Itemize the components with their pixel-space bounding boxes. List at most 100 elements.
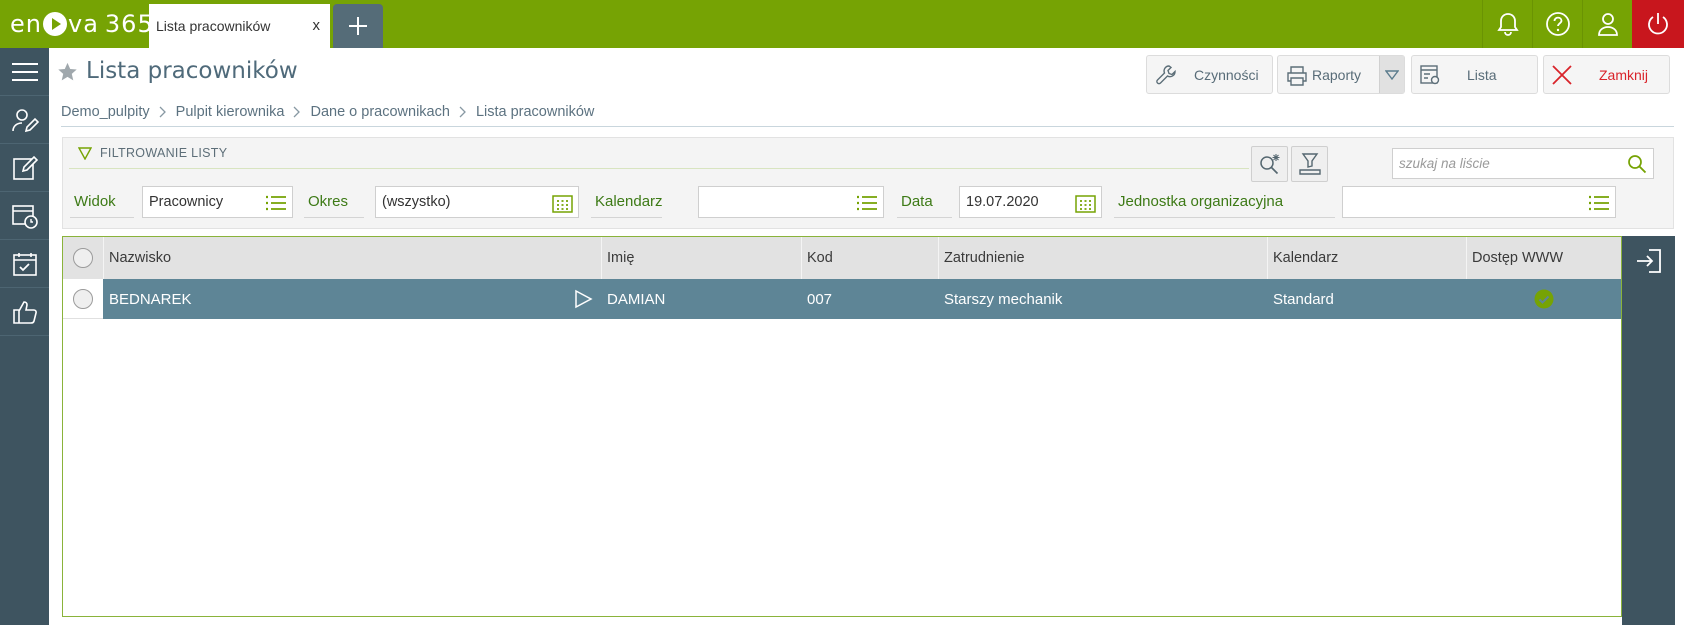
notifications-button[interactable] xyxy=(1482,0,1532,48)
cell-dostep-www xyxy=(1466,279,1621,319)
cell-kalendarz: Standard xyxy=(1273,290,1334,308)
breadcrumb-item[interactable]: Demo_pulpity xyxy=(61,104,150,120)
list-search-input[interactable]: szukaj na liście xyxy=(1392,148,1654,179)
table-row[interactable]: BEDNAREK DAMIAN 007 Starszy mechanik Sta… xyxy=(103,279,1621,319)
list-icon[interactable] xyxy=(856,194,878,212)
enova365-logo[interactable]: en va 365 xyxy=(10,8,154,40)
column-header-kod[interactable]: Kod xyxy=(801,237,938,279)
funnel-icon xyxy=(78,146,92,160)
tab-label: Lista pracowników xyxy=(156,18,271,34)
list-button-label: Lista xyxy=(1467,66,1497,83)
logout-button[interactable] xyxy=(1632,0,1684,48)
kalendarz-field[interactable] xyxy=(698,186,884,218)
divider xyxy=(61,126,1674,127)
breadcrumb: Demo_pulpity Pulpit kierownika Dane o pr… xyxy=(61,104,594,120)
page-title: Lista pracowników xyxy=(86,58,298,84)
cell-imie: DAMIAN xyxy=(607,290,666,308)
filter-title: FILTROWANIE LISTY xyxy=(100,146,228,160)
data-value: 19.07.2020 xyxy=(966,194,1039,210)
jednostka-field[interactable] xyxy=(1342,186,1616,218)
breadcrumb-item[interactable]: Dane o pracownikach xyxy=(310,104,449,120)
triangle-down-icon xyxy=(1385,69,1399,80)
logo-number: 365 xyxy=(104,10,154,38)
tab-lista-pracownikow[interactable]: Lista pracowników x xyxy=(149,4,330,48)
sign-in-icon xyxy=(1636,249,1661,273)
sidebar-item-tasks[interactable] xyxy=(0,240,49,288)
data-field[interactable]: 19.07.2020 xyxy=(959,186,1102,218)
chevron-right-icon xyxy=(294,106,301,118)
plus-icon xyxy=(349,17,367,35)
calendar-check-icon xyxy=(12,252,37,276)
calendar-icon[interactable] xyxy=(1075,194,1096,213)
chevron-right-icon xyxy=(459,106,466,118)
kalendarz-label: Kalendarz xyxy=(591,192,663,218)
list-settings-button[interactable]: Lista xyxy=(1411,55,1538,94)
okres-label: Okres xyxy=(304,192,364,218)
okres-value: (wszystko) xyxy=(382,194,451,210)
printer-icon xyxy=(1287,66,1307,86)
top-bar: en va 365 Lista pracowników x xyxy=(0,0,1684,48)
help-button[interactable] xyxy=(1532,0,1582,48)
logo-play-icon xyxy=(42,12,67,36)
search-star-icon xyxy=(1259,154,1279,175)
left-sidebar xyxy=(0,48,49,625)
list-icon[interactable] xyxy=(265,194,287,212)
employee-grid: Nazwisko Imię Kod Zatrudnienie Kalendarz… xyxy=(62,236,1622,617)
sidebar-item-approvals[interactable] xyxy=(0,288,49,336)
pencil-square-icon xyxy=(12,155,38,180)
sidebar-item-schedule[interactable] xyxy=(0,192,49,240)
question-icon xyxy=(1545,12,1570,36)
cell-nazwisko: BEDNAREK xyxy=(109,290,192,308)
calendar-icon[interactable] xyxy=(552,194,573,213)
chevron-right-icon xyxy=(159,106,166,118)
cell-zatrudnienie: Starszy mechanik xyxy=(944,290,1063,308)
search-placeholder: szukaj na liście xyxy=(1399,156,1490,171)
filter-panel-toggle[interactable]: FILTROWANIE LISTY xyxy=(78,146,227,160)
sidebar-item-employee[interactable] xyxy=(0,96,49,144)
list-gear-icon xyxy=(1420,65,1440,85)
filter-settings-button[interactable] xyxy=(1291,146,1328,182)
actions-button[interactable]: Czynności xyxy=(1146,55,1273,94)
reports-button-label: Raporty xyxy=(1312,66,1362,83)
tab-close-button[interactable]: x xyxy=(313,17,321,34)
user-button[interactable] xyxy=(1582,0,1632,48)
check-circle-icon xyxy=(1534,289,1553,309)
search-icon[interactable] xyxy=(1627,154,1647,174)
okres-field[interactable]: (wszystko) xyxy=(375,186,579,218)
close-button[interactable]: Zamknij xyxy=(1543,55,1670,94)
filter-stamp-icon xyxy=(1298,153,1321,175)
widok-label: Widok xyxy=(70,192,134,218)
menu-toggle-button[interactable] xyxy=(0,48,49,96)
bell-icon xyxy=(1496,13,1519,36)
column-header-kalendarz[interactable]: Kalendarz xyxy=(1267,237,1466,279)
logo-text: va xyxy=(67,10,99,38)
column-header-zatrudnienie[interactable]: Zatrudnienie xyxy=(938,237,1267,279)
user-icon xyxy=(1597,13,1618,36)
widok-field[interactable]: Pracownicy xyxy=(142,186,293,218)
column-header-nazwisko[interactable]: Nazwisko xyxy=(103,237,601,279)
list-icon[interactable] xyxy=(1588,194,1610,212)
add-tab-button[interactable] xyxy=(333,4,383,48)
column-header-dostep-www[interactable]: Dostęp WWW xyxy=(1466,237,1621,279)
breadcrumb-item[interactable]: Lista pracowników xyxy=(476,104,594,120)
sidebar-item-edit[interactable] xyxy=(0,144,49,192)
open-record-button[interactable] xyxy=(1622,236,1675,286)
thumbs-up-icon xyxy=(12,300,37,324)
favorite-star-icon[interactable] xyxy=(57,62,78,83)
row-select-cell xyxy=(63,279,103,319)
close-x-icon xyxy=(1552,65,1572,85)
play-triangle-icon[interactable] xyxy=(573,289,593,309)
advanced-search-button[interactable] xyxy=(1251,146,1288,182)
column-header-imie[interactable]: Imię xyxy=(601,237,801,279)
reports-button[interactable]: Raporty xyxy=(1277,55,1405,94)
reports-dropdown-toggle[interactable] xyxy=(1379,56,1404,93)
jednostka-label: Jednostka organizacyjna xyxy=(1114,192,1335,218)
breadcrumb-item[interactable]: Pulpit kierownika xyxy=(176,104,285,120)
power-icon xyxy=(1648,13,1668,35)
divider xyxy=(69,168,1249,169)
right-action-panel xyxy=(1622,236,1675,625)
user-edit-icon xyxy=(11,108,39,132)
row-select-radio[interactable] xyxy=(73,289,93,309)
select-all-radio[interactable] xyxy=(73,248,93,268)
top-icon-group xyxy=(1482,0,1684,48)
